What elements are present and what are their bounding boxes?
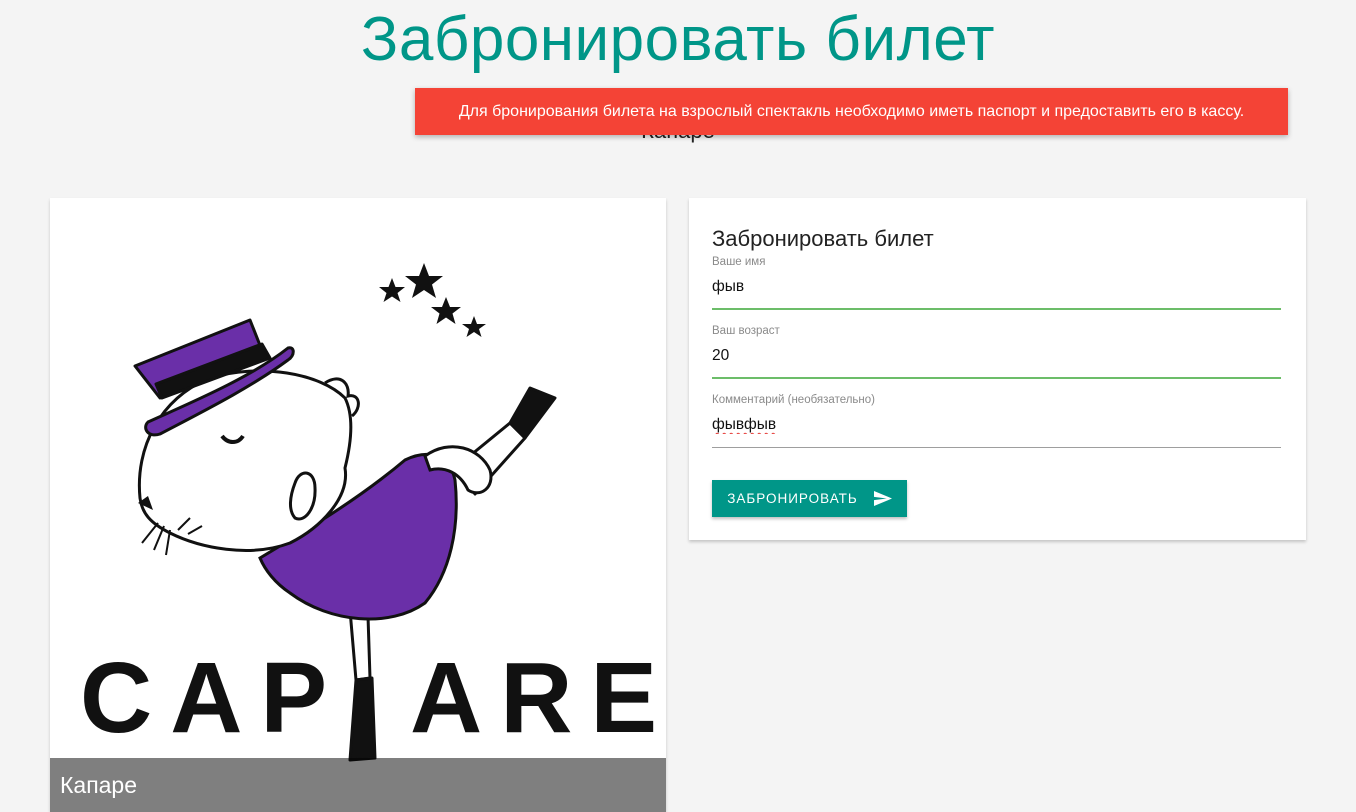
form-title: Забронировать билет bbox=[712, 226, 934, 251]
page-title: Забронировать билет bbox=[360, 5, 996, 74]
name-label: Ваше имя bbox=[712, 256, 766, 268]
age-input[interactable] bbox=[712, 347, 1281, 379]
name-field: Ваше имя bbox=[712, 256, 1281, 310]
age-label: Ваш возраст bbox=[712, 325, 780, 337]
comment-field: Комментарий (необязательно) bbox=[712, 394, 1281, 448]
submit-button-label: ЗАБРОНИРОВАТЬ bbox=[727, 491, 858, 506]
book-submit-button[interactable]: ЗАБРОНИРОВАТЬ bbox=[712, 480, 907, 517]
passport-warning-toast: Для бронирования билета на взрослый спек… bbox=[415, 88, 1288, 135]
send-icon bbox=[873, 491, 892, 506]
show-caption: Капаре bbox=[50, 758, 666, 812]
capare-logo-illustration: CAP ARE bbox=[80, 263, 666, 762]
comment-label: Комментарий (необязательно) bbox=[712, 394, 876, 406]
booking-form-card: Забронировать билет Ваше имя Ваш возраст… bbox=[689, 198, 1306, 540]
age-field: Ваш возраст bbox=[712, 325, 1281, 379]
stars-icon bbox=[379, 263, 486, 337]
svg-text:CAP: CAP bbox=[80, 642, 345, 754]
svg-text:ARE: ARE bbox=[410, 642, 666, 754]
show-card[interactable]: CAP ARE Капаре bbox=[50, 198, 666, 812]
comment-input[interactable] bbox=[712, 416, 1281, 448]
name-input[interactable] bbox=[712, 278, 1281, 310]
